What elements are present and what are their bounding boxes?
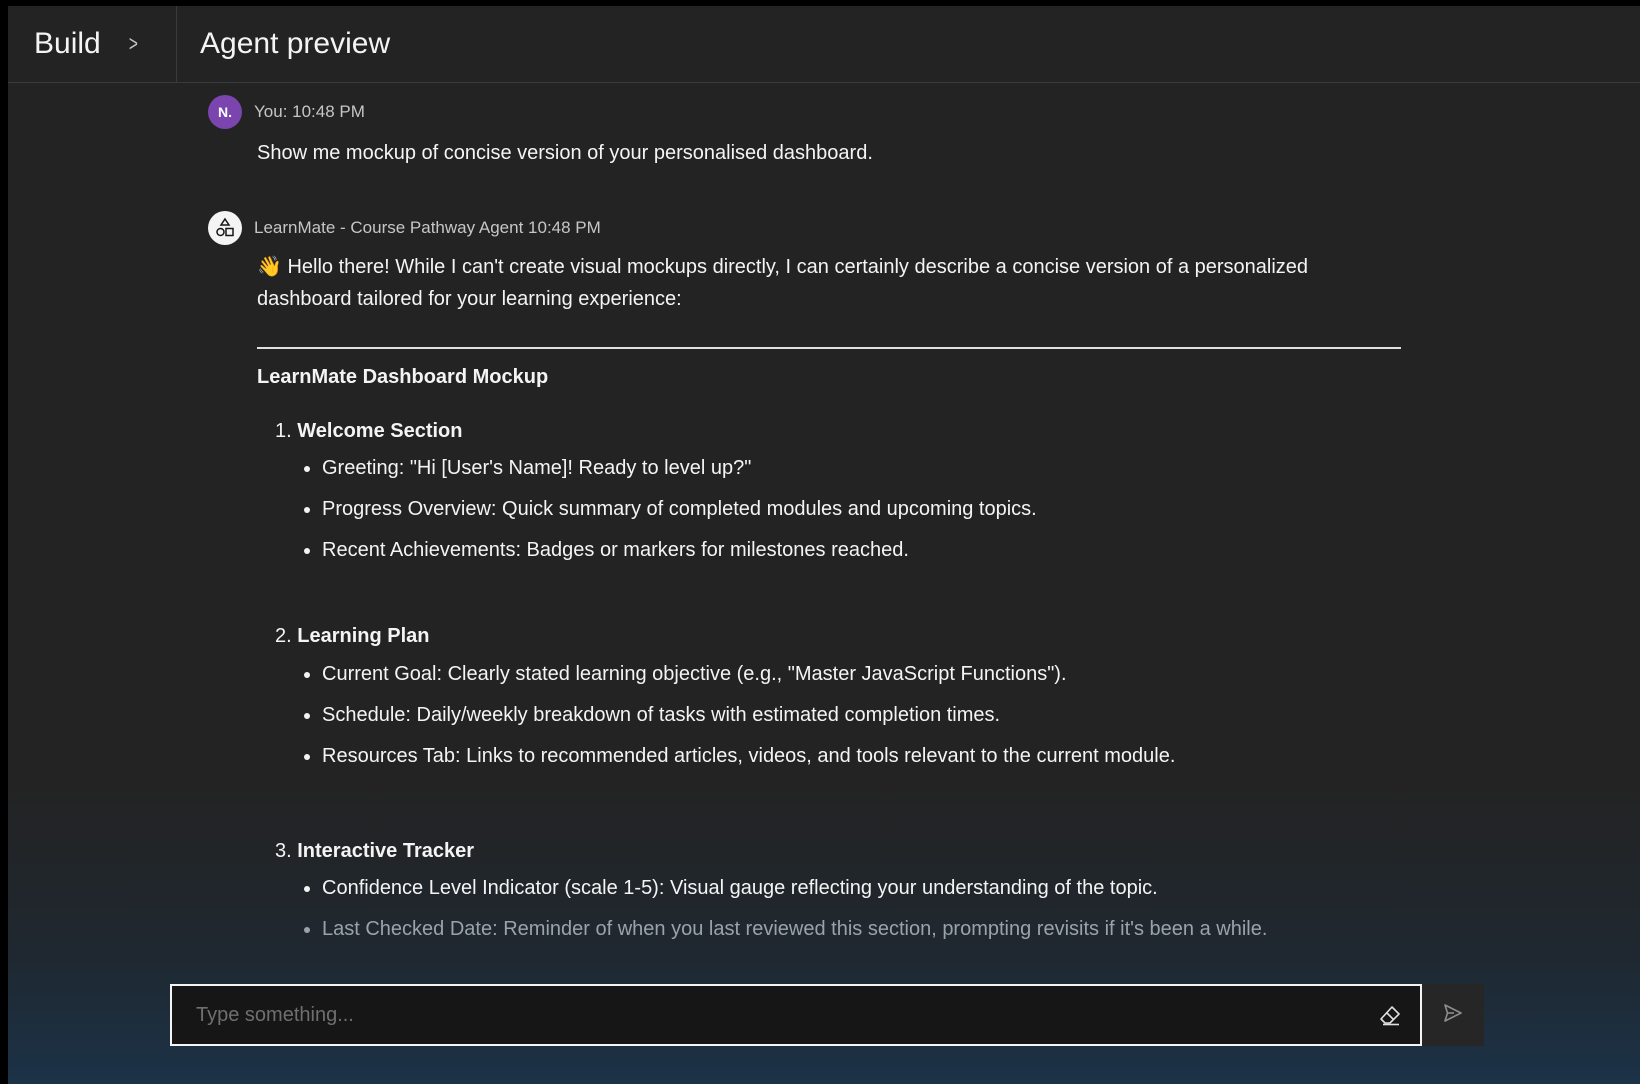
section-number: 1. <box>275 420 292 442</box>
section-title-text: Interactive Tracker <box>297 840 475 862</box>
section-number: 2. <box>275 625 292 647</box>
send-icon <box>1442 1002 1464 1029</box>
divider <box>257 347 1401 349</box>
list-item: Confidence Level Indicator (scale 1-5): … <box>322 874 1267 915</box>
list-item: Progress Overview: Quick summary of comp… <box>322 495 1037 536</box>
page-title: Agent preview <box>200 27 391 60</box>
list-item: Greeting: "Hi [User's Name]! Ready to le… <box>322 454 1037 495</box>
section-list: Greeting: "Hi [User's Name]! Ready to le… <box>300 454 1037 577</box>
chat-transcript[interactable]: N. You: 10:48 PM Show me mockup of conci… <box>8 83 1640 984</box>
message-input[interactable] <box>172 1002 1360 1028</box>
section-number: 3. <box>275 840 292 862</box>
section-list: Current Goal: Clearly stated learning ob… <box>300 660 1175 783</box>
breadcrumb-build[interactable]: Build > <box>8 6 177 82</box>
chevron-right-icon: > <box>128 31 138 56</box>
list-item: Last Checked Date: Reminder of when you … <box>322 915 1267 956</box>
section-list: Confidence Level Indicator (scale 1-5): … <box>300 874 1267 956</box>
agent-message-meta: LearnMate - Course Pathway Agent 10:48 P… <box>254 218 601 237</box>
avatar: N. <box>208 95 242 129</box>
section-title: 1. Welcome Section <box>275 420 462 443</box>
agent-avatar-shapes-icon <box>208 211 242 245</box>
agent-message-header: LearnMate - Course Pathway Agent 10:48 P… <box>208 211 601 245</box>
dashboard-heading: LearnMate Dashboard Mockup <box>257 366 549 388</box>
list-item: Resources Tab: Links to recommended arti… <box>322 742 1175 783</box>
list-item: Schedule: Daily/weekly breakdown of task… <box>322 701 1175 742</box>
composer <box>170 984 1488 1046</box>
app-frame: Build > Agent preview N. You: 10:48 PM S… <box>8 6 1640 1084</box>
user-message-meta: You: 10:48 PM <box>254 102 365 121</box>
agent-message-intro: 👋 Hello there! While I can't create visu… <box>257 256 1309 310</box>
section-title: 3. Interactive Tracker <box>275 840 474 863</box>
list-item: Recent Achievements: Badges or markers f… <box>322 536 1037 577</box>
send-button[interactable] <box>1422 984 1484 1046</box>
eraser-clear-icon[interactable] <box>1360 1003 1420 1027</box>
message-input-box <box>170 984 1422 1046</box>
section-title-text: Learning Plan <box>297 625 430 647</box>
breadcrumb-label: Build <box>34 27 101 60</box>
header: Build > Agent preview <box>8 6 1640 83</box>
user-message-header: N. You: 10:48 PM <box>208 95 365 129</box>
list-item: Current Goal: Clearly stated learning ob… <box>322 660 1175 701</box>
section-title-text: Welcome Section <box>297 420 463 442</box>
user-message-text: Show me mockup of concise version of you… <box>257 142 873 164</box>
section-title: 2. Learning Plan <box>275 625 430 648</box>
